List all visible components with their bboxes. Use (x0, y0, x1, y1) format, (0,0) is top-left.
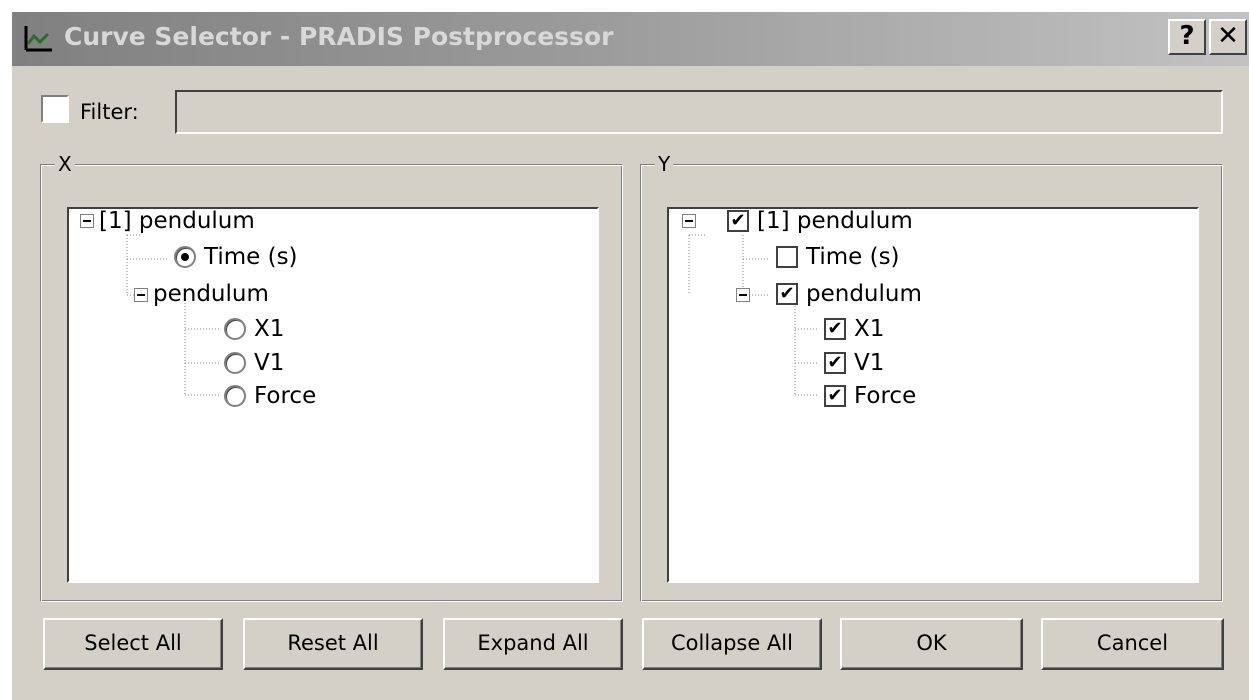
tree-item-v1[interactable]: ✔ V1 (824, 346, 884, 380)
tree-item-group[interactable]: ✔ pendulum (776, 277, 922, 311)
y-group-title: Y (655, 151, 674, 177)
tree-item-v1[interactable]: V1 (224, 346, 284, 380)
x-group-title: X (55, 151, 75, 177)
x-groupbox: X [1] pendulum Time (s) pendulum X1 V1 F… (40, 151, 623, 602)
tree-item-label: pendulum (806, 281, 922, 307)
tree-item-label: Force (254, 383, 317, 409)
checkbox-checked[interactable]: ✔ (824, 352, 846, 374)
tree-item-label: V1 (854, 350, 885, 376)
tree-item-root[interactable]: ✔ [1] pendulum (727, 208, 913, 238)
tree-item-label: V1 (254, 350, 285, 376)
y-tree-connectors (688, 234, 819, 396)
radio-button[interactable] (224, 352, 246, 374)
filter-checkbox[interactable] (41, 95, 69, 123)
checkbox-checked[interactable]: ✔ (824, 385, 846, 407)
tree-item-x1[interactable]: ✔ X1 (824, 312, 884, 346)
checkbox-checked[interactable]: ✔ (727, 210, 749, 232)
tree-item-label: pendulum (153, 281, 269, 307)
tree-item-label: [1] pendulum (99, 208, 255, 234)
window-title: Curve Selector - PRADIS Postprocessor (64, 22, 614, 51)
tree-item-time[interactable]: Time (s) (776, 240, 900, 274)
y-tree[interactable]: ✔ [1] pendulum Time (s) ✔ pendulum ✔ X1 … (667, 207, 1199, 583)
title-bar[interactable]: Curve Selector - PRADIS Postprocessor ? … (12, 12, 1249, 66)
radio-button[interactable] (224, 318, 246, 340)
collapse-toggle-icon[interactable] (682, 214, 696, 228)
checkbox-checked[interactable]: ✔ (824, 318, 846, 340)
tree-item-label: Force (854, 383, 917, 409)
tree-item-force[interactable]: Force (224, 379, 316, 413)
reset-all-button[interactable]: Reset All (243, 618, 423, 670)
collapse-toggle-icon[interactable] (80, 214, 94, 228)
x-tree-connectors (126, 234, 219, 396)
x-tree[interactable]: [1] pendulum Time (s) pendulum X1 V1 For… (67, 207, 599, 583)
tree-item-group[interactable]: pendulum (153, 277, 269, 311)
chart-icon (24, 26, 52, 52)
cancel-button[interactable]: Cancel (1041, 618, 1224, 670)
tree-item-force[interactable]: ✔ Force (824, 379, 916, 413)
tree-item-label: [1] pendulum (757, 208, 913, 234)
filter-label: Filter: (80, 100, 139, 124)
close-button[interactable]: ✕ (1209, 19, 1247, 55)
filter-input[interactable] (175, 90, 1223, 134)
tree-item-root[interactable]: [1] pendulum (99, 208, 255, 238)
select-all-button[interactable]: Select All (43, 618, 223, 670)
ok-button[interactable]: OK (840, 618, 1023, 670)
collapse-all-button[interactable]: Collapse All (642, 618, 822, 670)
tree-item-label: Time (s) (806, 244, 900, 270)
tree-item-time[interactable]: Time (s) (174, 240, 298, 274)
collapse-toggle-icon[interactable] (134, 288, 148, 302)
tree-item-label: X1 (854, 316, 885, 342)
radio-button-selected[interactable] (174, 246, 196, 268)
tree-item-label: X1 (254, 316, 285, 342)
radio-button[interactable] (224, 385, 246, 407)
expand-all-button[interactable]: Expand All (443, 618, 623, 670)
checkbox-unchecked[interactable] (776, 246, 798, 268)
help-button[interactable]: ? (1168, 19, 1206, 55)
tree-item-x1[interactable]: X1 (224, 312, 284, 346)
checkbox-checked[interactable]: ✔ (776, 283, 798, 305)
curve-selector-dialog: Curve Selector - PRADIS Postprocessor ? … (12, 12, 1249, 700)
tree-item-label: Time (s) (204, 244, 298, 270)
collapse-toggle-icon[interactable] (736, 288, 750, 302)
y-groupbox: Y ✔ [1] pendulum Time (s) ✔ pendulum ✔ X… (640, 151, 1223, 602)
